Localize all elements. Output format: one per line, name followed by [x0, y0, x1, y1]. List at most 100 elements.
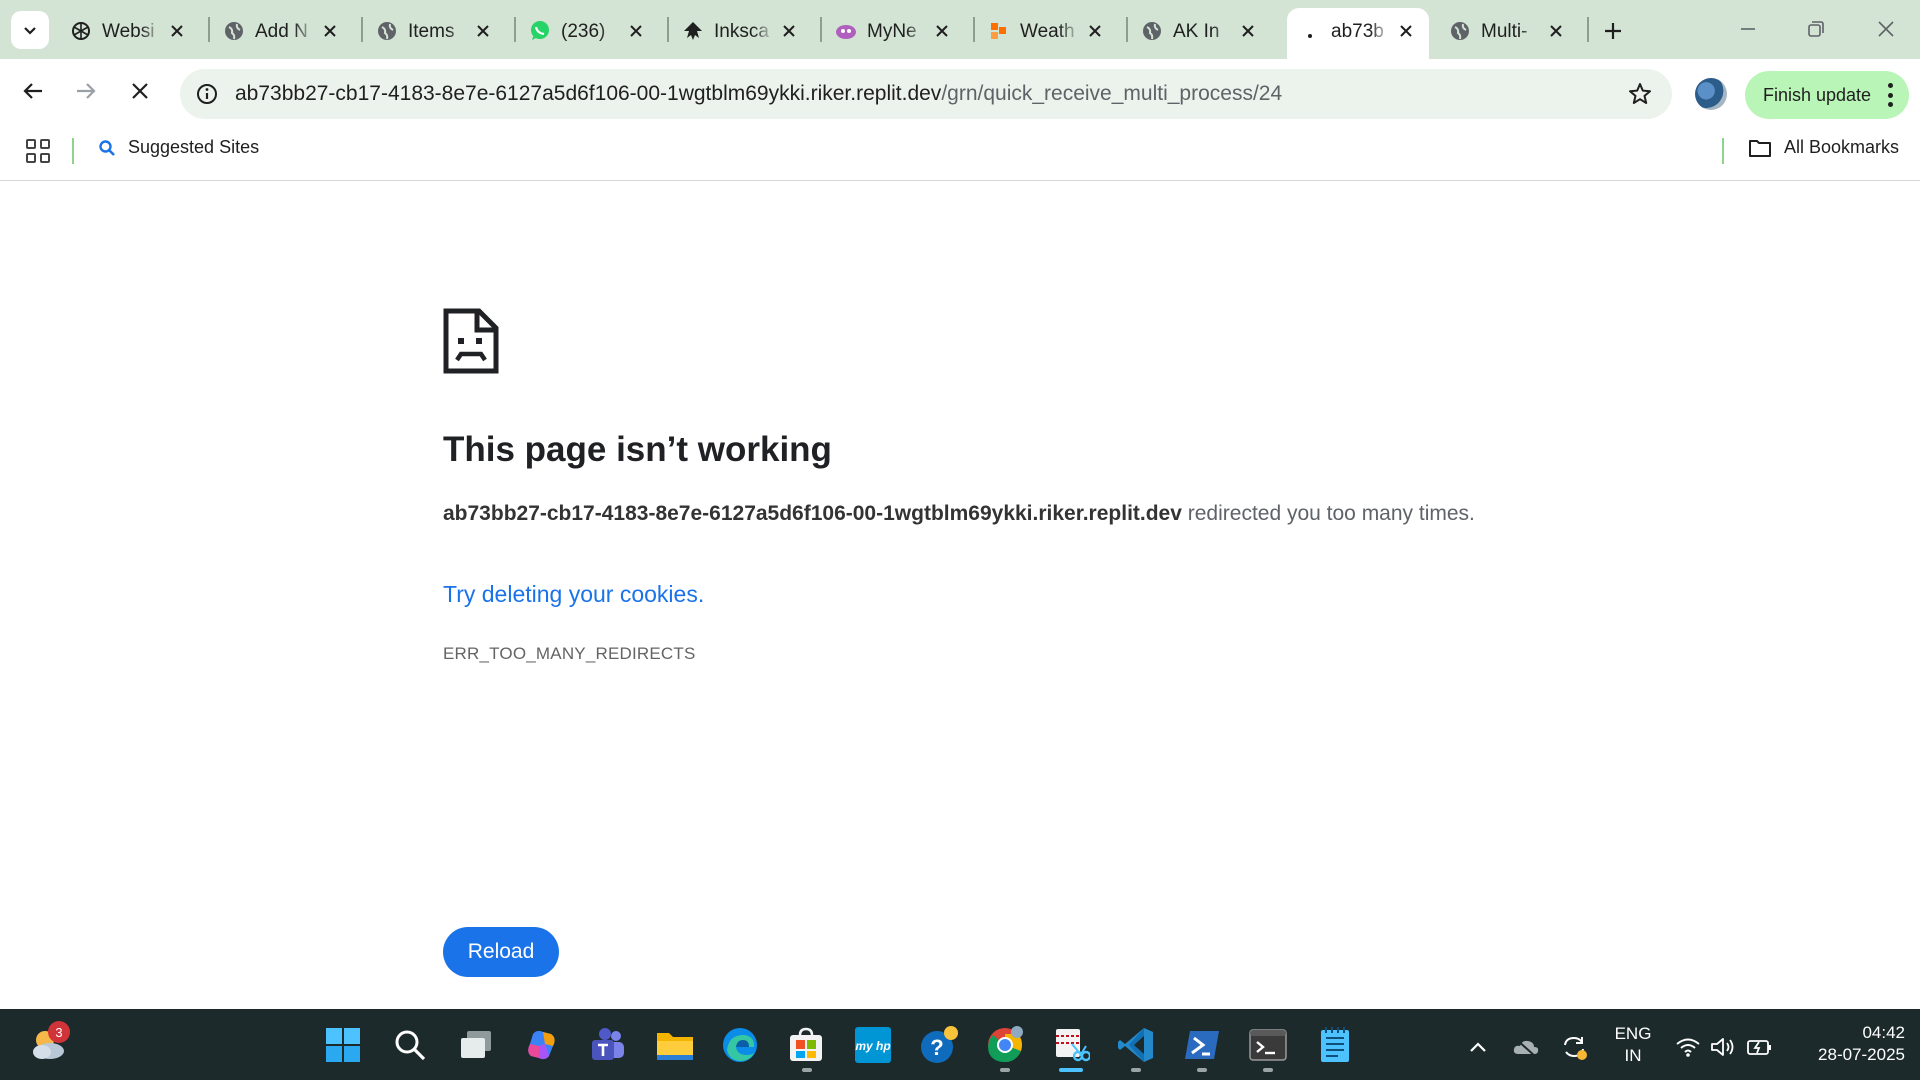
- error-code: ERR_TOO_MANY_REDIRECTS: [443, 644, 696, 663]
- inkscape-icon: [682, 20, 704, 42]
- running-indicator: [802, 1068, 812, 1072]
- address-bar[interactable]: ab73bb27-cb17-4183-8e7e-6127a5d6f106-00-…: [180, 69, 1672, 119]
- snipping-tool-icon: [1056, 1029, 1090, 1062]
- clock-time: 04:42: [1862, 1023, 1905, 1042]
- notification-badge: 3: [48, 1021, 70, 1043]
- wifi-tray[interactable]: [1674, 1033, 1702, 1061]
- tab-separator: [208, 17, 210, 42]
- sync-icon: [1564, 1036, 1587, 1060]
- all-bookmarks-button[interactable]: All Bookmarks: [1748, 137, 1899, 158]
- close-tab-icon[interactable]: [776, 18, 802, 44]
- profile-avatar[interactable]: [1695, 78, 1727, 110]
- apps-grid-icon[interactable]: [26, 139, 50, 163]
- forward-button[interactable]: [66, 71, 106, 111]
- tab-title: ab73b: [1331, 21, 1384, 42]
- restore-button[interactable]: [1791, 10, 1841, 48]
- search-icon: [395, 1030, 426, 1061]
- stop-loading-button[interactable]: [120, 71, 160, 111]
- edge-app[interactable]: [718, 1023, 762, 1067]
- powershell-app[interactable]: [1180, 1023, 1224, 1067]
- tab-weather[interactable]: Weath: [976, 8, 1124, 53]
- folder-icon: [657, 1033, 693, 1060]
- tab-separator: [1587, 17, 1589, 42]
- finish-update-button[interactable]: Finish update: [1745, 71, 1909, 119]
- svg-text:my hp: my hp: [855, 1039, 890, 1053]
- region-code: IN: [1624, 1046, 1642, 1065]
- active-app-indicator: [1059, 1068, 1083, 1072]
- reload-button[interactable]: Reload: [443, 927, 559, 977]
- get-help-app[interactable]: ?: [917, 1023, 961, 1067]
- tab-separator: [514, 17, 516, 42]
- tab-inkscape[interactable]: Inksca: [670, 8, 818, 53]
- myhp-app[interactable]: my hp: [851, 1023, 895, 1067]
- site-info-icon[interactable]: [194, 81, 220, 107]
- windows-logo-icon: [326, 1028, 360, 1062]
- tab-multi[interactable]: Multi-: [1437, 8, 1585, 53]
- chrome-app[interactable]: [983, 1023, 1027, 1067]
- store-icon: [790, 1027, 822, 1061]
- terminal-app[interactable]: [1246, 1023, 1290, 1067]
- windows-taskbar: 3 my hp ? ENG IN 04:42 28-07-2025: [0, 1009, 1920, 1080]
- copilot-app[interactable]: [520, 1023, 564, 1067]
- tab-add-n[interactable]: Add N: [211, 8, 359, 53]
- start-button[interactable]: [321, 1023, 365, 1067]
- battery-tray[interactable]: [1746, 1033, 1774, 1061]
- tab-ab73b-active[interactable]: ab73b: [1287, 8, 1429, 59]
- chevron-up-icon: [1470, 1042, 1486, 1052]
- onedrive-tray[interactable]: [1512, 1033, 1540, 1061]
- openai-icon: [70, 20, 92, 42]
- close-tab-icon[interactable]: [1543, 18, 1569, 44]
- tab-search-button[interactable]: [11, 11, 49, 49]
- vscode-icon: [1118, 1028, 1153, 1062]
- tab-items[interactable]: Items: [364, 8, 512, 53]
- bookmark-suggested-sites[interactable]: Suggested Sites: [98, 137, 259, 158]
- tab-title: MyNe: [867, 21, 917, 42]
- bookmarks-divider: [1722, 138, 1724, 164]
- taskbar-search-button[interactable]: [388, 1023, 432, 1067]
- tab-websi[interactable]: Websi: [58, 8, 206, 53]
- clock[interactable]: 04:42 28-07-2025: [1790, 1022, 1905, 1066]
- close-tab-icon[interactable]: [164, 18, 190, 44]
- tab-mynetdiary[interactable]: MyNe: [823, 8, 971, 53]
- task-view-icon: [461, 1031, 491, 1058]
- minimize-icon: [1741, 28, 1755, 30]
- notepad-app[interactable]: [1313, 1023, 1357, 1067]
- teams-app[interactable]: [586, 1023, 630, 1067]
- close-tab-icon[interactable]: [317, 18, 343, 44]
- arrow-right-icon: [77, 83, 96, 99]
- edge-icon: [723, 1028, 757, 1062]
- close-tab-icon[interactable]: [1235, 18, 1261, 44]
- tab-whatsapp[interactable]: (236): [517, 8, 665, 53]
- tab-title: (236): [561, 21, 606, 42]
- snipping-tool-app[interactable]: [1049, 1023, 1093, 1067]
- wifi-icon: [1676, 1038, 1700, 1057]
- input-language[interactable]: ENG IN: [1608, 1023, 1658, 1067]
- volume-tray[interactable]: [1710, 1033, 1738, 1061]
- task-view-button[interactable]: [454, 1023, 498, 1067]
- myhp-icon: my hp: [855, 1027, 891, 1063]
- plus-icon: [1605, 23, 1621, 39]
- weather-widget[interactable]: 3: [26, 1021, 70, 1067]
- tab-ak-in[interactable]: AK In: [1129, 8, 1277, 53]
- cloud-offline-icon: [1513, 1038, 1539, 1058]
- microsoft-store-app[interactable]: [784, 1023, 828, 1067]
- close-icon: [1878, 21, 1894, 37]
- bookmark-star-icon[interactable]: [1626, 80, 1654, 108]
- vscode-app[interactable]: [1114, 1023, 1158, 1067]
- show-hidden-icons-button[interactable]: [1464, 1033, 1492, 1061]
- close-window-button[interactable]: [1861, 10, 1911, 48]
- svg-text:?: ?: [930, 1035, 943, 1060]
- delete-cookies-link[interactable]: Try deleting your cookies: [443, 581, 698, 607]
- tab-separator: [820, 17, 822, 42]
- close-tab-icon[interactable]: [929, 18, 955, 44]
- back-button[interactable]: [13, 71, 53, 111]
- new-tab-button[interactable]: [1596, 14, 1630, 48]
- close-tab-icon[interactable]: [623, 18, 649, 44]
- file-explorer-app[interactable]: [653, 1023, 697, 1067]
- chevron-down-icon: [24, 27, 36, 35]
- sync-status-tray[interactable]: [1560, 1033, 1588, 1061]
- close-tab-icon[interactable]: [470, 18, 496, 44]
- minimize-button[interactable]: [1723, 10, 1773, 48]
- close-tab-icon[interactable]: [1082, 18, 1108, 44]
- close-tab-icon[interactable]: [1393, 18, 1419, 44]
